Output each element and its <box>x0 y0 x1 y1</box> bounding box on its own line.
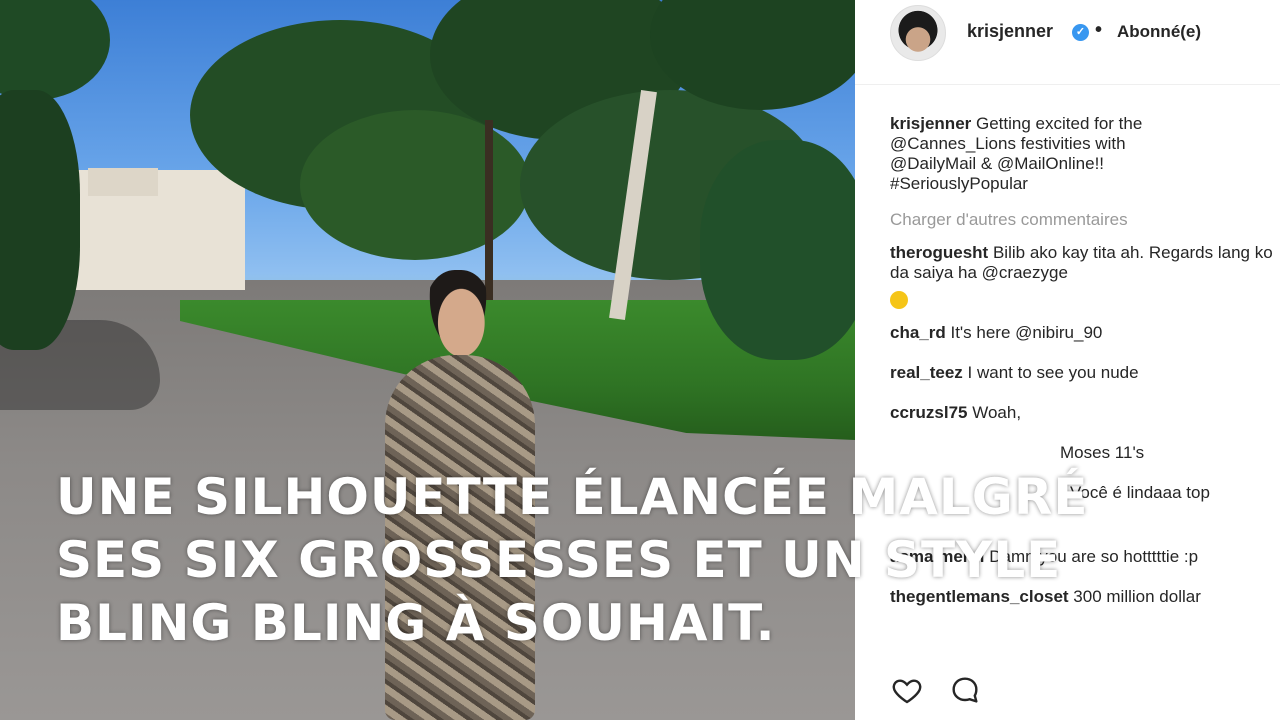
load-more-comments-link[interactable]: Charger d'autres commentaires <box>890 210 1280 230</box>
header-username[interactable]: krisjenner <box>967 21 1053 42</box>
tree <box>0 90 80 350</box>
building-tower <box>88 168 158 196</box>
overlay-caption-line: SES SIX GROSSESSES ET UN STYLE <box>56 531 1062 589</box>
comment-username[interactable]: theroguesht <box>890 243 988 262</box>
divider <box>855 84 1280 85</box>
comment: ccruzsl75 Woah, <box>890 403 1280 423</box>
comment-text: Moses 11's <box>1060 443 1145 462</box>
speech-bubble-icon[interactable] <box>948 674 982 706</box>
overlay-caption: UNE SILHOUETTE ÉLANCÉE MALGRÉ SES SIX GR… <box>56 466 1176 655</box>
tree-trunk <box>485 120 493 300</box>
comment: theroguesht Bilib ako kay tita ah. Regar… <box>890 243 1280 283</box>
avatar[interactable] <box>890 5 946 61</box>
comment-text: Woah, <box>972 403 1022 422</box>
emoji-row <box>890 289 1280 309</box>
heart-icon[interactable] <box>890 674 924 706</box>
tree <box>700 140 855 360</box>
comment: Moses 11's <box>890 443 1280 463</box>
overlay-caption-line: UNE SILHOUETTE ÉLANCÉE MALGRÉ <box>56 468 1089 526</box>
comment-username[interactable]: cha_rd <box>890 323 946 342</box>
comment-username[interactable]: real_teez <box>890 363 963 382</box>
comment: cha_rd It's here @nibiru_90 <box>890 323 1280 343</box>
verified-badge-icon: ✓ <box>1072 24 1089 41</box>
post-caption: krisjenner Getting excited for the @Cann… <box>890 114 1215 194</box>
comment-username[interactable]: ccruzsl75 <box>890 403 968 422</box>
emoji-icon <box>890 290 908 309</box>
person-head <box>425 270 491 358</box>
tree <box>300 110 530 260</box>
comment-text: I want to see you nude <box>967 363 1139 382</box>
overlay-caption-line: BLING BLING À SOUHAIT. <box>56 594 776 652</box>
tree <box>0 0 110 100</box>
separator-dot: • <box>1095 19 1103 41</box>
caption-username[interactable]: krisjenner <box>890 114 971 133</box>
post-header: krisjenner ✓ • Abonné(e) <box>855 0 1280 68</box>
follow-button[interactable]: Abonné(e) <box>1117 22 1201 42</box>
comment: real_teez I want to see you nude <box>890 363 1280 383</box>
comment-text: It's here @nibiru_90 <box>950 323 1103 342</box>
